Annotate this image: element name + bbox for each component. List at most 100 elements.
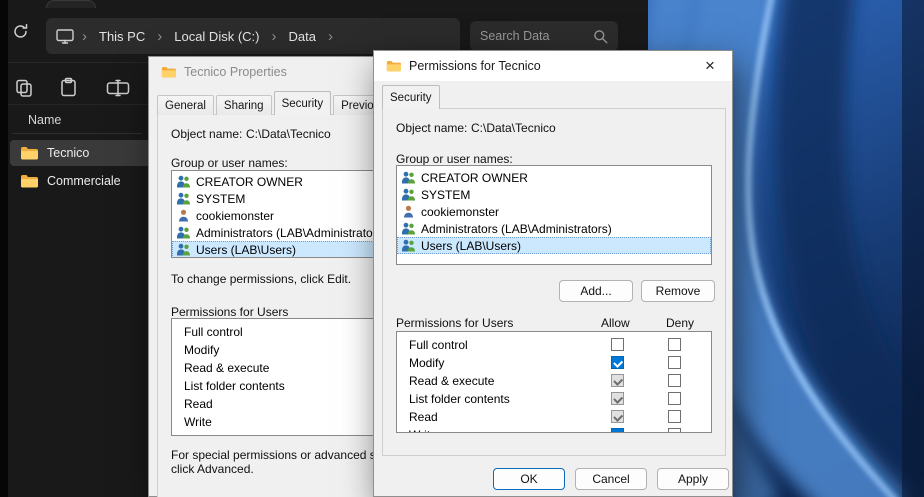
user-name: CREATOR OWNER bbox=[421, 171, 528, 185]
permission-row-write-partial[interactable]: Write bbox=[397, 426, 711, 433]
user-name: Administrators (LAB\Administrators) bbox=[421, 222, 612, 236]
group-icon bbox=[176, 243, 191, 256]
permission-name: Full control bbox=[409, 338, 468, 352]
edit-hint-text: To change permissions, click Edit. bbox=[171, 272, 351, 286]
chevron-icon[interactable]: › bbox=[80, 29, 89, 44]
permission-name: List folder contents bbox=[409, 392, 510, 406]
user-name: Users (LAB\Users) bbox=[421, 239, 521, 253]
group-icon bbox=[176, 192, 191, 205]
group-user-list[interactable]: CREATOR OWNER SYSTEM cookiemonster Admin… bbox=[396, 165, 712, 265]
breadcrumb[interactable]: › This PC › Local Disk (C:) › Data › bbox=[46, 18, 460, 54]
allow-checkbox-read-execute[interactable] bbox=[611, 374, 624, 387]
permission-name: Read & execute bbox=[409, 374, 494, 388]
permission-row-read[interactable]: Read bbox=[397, 408, 711, 426]
object-name-label: Object name: bbox=[396, 121, 467, 135]
group-user-names-label: Group or user names: bbox=[396, 152, 513, 166]
remove-button[interactable]: Remove bbox=[641, 280, 715, 302]
deny-checkbox-read-execute[interactable] bbox=[668, 374, 681, 387]
permissions-dialog-titlebar[interactable]: Permissions for Tecnico bbox=[374, 51, 732, 81]
group-icon bbox=[401, 171, 416, 184]
user-name: cookiemonster bbox=[196, 209, 274, 223]
user-row-users-selected[interactable]: Users (LAB\Users) bbox=[397, 237, 711, 254]
permission-name: Read & execute bbox=[184, 361, 269, 375]
file-name: Commerciale bbox=[47, 174, 121, 188]
deny-checkbox-write[interactable] bbox=[668, 428, 681, 433]
column-header-name[interactable]: Name bbox=[28, 113, 61, 127]
user-row-administrators[interactable]: Administrators (LAB\Administrators) bbox=[397, 220, 711, 237]
apply-button[interactable]: Apply bbox=[657, 468, 729, 490]
user-name: cookiemonster bbox=[421, 205, 499, 219]
close-icon[interactable]: × bbox=[688, 51, 732, 81]
folder-icon bbox=[20, 174, 38, 188]
breadcrumb-this-pc[interactable]: This PC bbox=[95, 29, 149, 44]
window-edge bbox=[0, 0, 8, 497]
object-name-value: C:\Data\Tecnico bbox=[471, 121, 556, 135]
cancel-button[interactable]: Cancel bbox=[575, 468, 647, 490]
dialog-title: Permissions for Tecnico bbox=[409, 59, 541, 73]
permission-row-modify[interactable]: Modify bbox=[397, 354, 711, 372]
group-icon bbox=[401, 239, 416, 252]
rename-icon[interactable] bbox=[106, 79, 130, 102]
user-name: Administrators (LAB\Administrators) bbox=[196, 226, 387, 240]
chevron-icon[interactable]: › bbox=[155, 29, 164, 44]
allow-checkbox-read[interactable] bbox=[611, 410, 624, 423]
file-name: Tecnico bbox=[47, 146, 89, 160]
tab-general[interactable]: General bbox=[157, 95, 214, 115]
permissions-tabstrip: Security bbox=[382, 85, 442, 109]
tab-security[interactable]: Security bbox=[382, 85, 440, 109]
copy-icon[interactable] bbox=[14, 78, 34, 103]
permission-name: Modify bbox=[184, 343, 219, 357]
header-underline bbox=[12, 133, 142, 134]
breadcrumb-data[interactable]: Data bbox=[284, 29, 319, 44]
deny-checkbox-read[interactable] bbox=[668, 410, 681, 423]
breadcrumb-local-disk-c[interactable]: Local Disk (C:) bbox=[170, 29, 263, 44]
dialog-title: Tecnico Properties bbox=[184, 65, 287, 79]
deny-checkbox-list-folder[interactable] bbox=[668, 392, 681, 405]
deny-checkbox-modify[interactable] bbox=[668, 356, 681, 369]
user-name: SYSTEM bbox=[196, 192, 245, 206]
search-input[interactable]: Search Data bbox=[470, 21, 618, 51]
add-button[interactable]: Add... bbox=[559, 280, 633, 302]
folder-icon bbox=[386, 60, 401, 72]
chevron-icon[interactable]: › bbox=[326, 29, 335, 44]
permission-name: List folder contents bbox=[184, 379, 285, 393]
allow-checkbox-write[interactable] bbox=[611, 428, 624, 433]
user-name: SYSTEM bbox=[421, 188, 470, 202]
permission-name: Modify bbox=[409, 356, 444, 370]
permission-row-read-execute[interactable]: Read & execute bbox=[397, 372, 711, 390]
tab-security[interactable]: Security bbox=[274, 91, 332, 115]
deny-column-header: Deny bbox=[666, 316, 694, 330]
refresh-icon[interactable] bbox=[12, 23, 29, 45]
ok-button[interactable]: OK bbox=[493, 468, 565, 490]
permission-name: Write bbox=[409, 428, 437, 433]
advanced-hint-line2: click Advanced. bbox=[171, 462, 254, 476]
allow-checkbox-list-folder[interactable] bbox=[611, 392, 624, 405]
group-icon bbox=[176, 175, 191, 188]
deny-checkbox-full-control[interactable] bbox=[668, 338, 681, 351]
allow-checkbox-modify[interactable] bbox=[611, 356, 624, 369]
search-icon[interactable] bbox=[593, 29, 608, 44]
permission-name: Read bbox=[409, 410, 438, 424]
permissions-for-users-label: Permissions for Users bbox=[396, 316, 513, 330]
permissions-for-users-label: Permissions for Users bbox=[171, 305, 288, 319]
tab-sharing[interactable]: Sharing bbox=[216, 95, 272, 115]
paste-icon[interactable] bbox=[58, 77, 79, 103]
user-row-creator-owner[interactable]: CREATOR OWNER bbox=[397, 169, 711, 186]
group-user-names-label: Group or user names: bbox=[171, 156, 288, 170]
permission-name: Write bbox=[184, 415, 212, 429]
user-row-cookiemonster[interactable]: cookiemonster bbox=[397, 203, 711, 220]
object-name-label: Object name: bbox=[171, 127, 242, 141]
permission-row-list-folder-contents[interactable]: List folder contents bbox=[397, 390, 711, 408]
group-icon bbox=[176, 226, 191, 239]
explorer-tab-partial[interactable] bbox=[46, 0, 96, 8]
permissions-checkbox-list[interactable]: Full control Modify Read & execute List … bbox=[396, 331, 712, 433]
group-icon bbox=[401, 188, 416, 201]
allow-checkbox-full-control[interactable] bbox=[611, 338, 624, 351]
user-row-system[interactable]: SYSTEM bbox=[397, 186, 711, 203]
user-icon bbox=[176, 209, 191, 222]
permission-row-full-control[interactable]: Full control bbox=[397, 336, 711, 354]
folder-icon bbox=[20, 146, 38, 160]
permission-name: Read bbox=[184, 397, 213, 411]
user-name: Users (LAB\Users) bbox=[196, 243, 296, 257]
chevron-icon[interactable]: › bbox=[269, 29, 278, 44]
